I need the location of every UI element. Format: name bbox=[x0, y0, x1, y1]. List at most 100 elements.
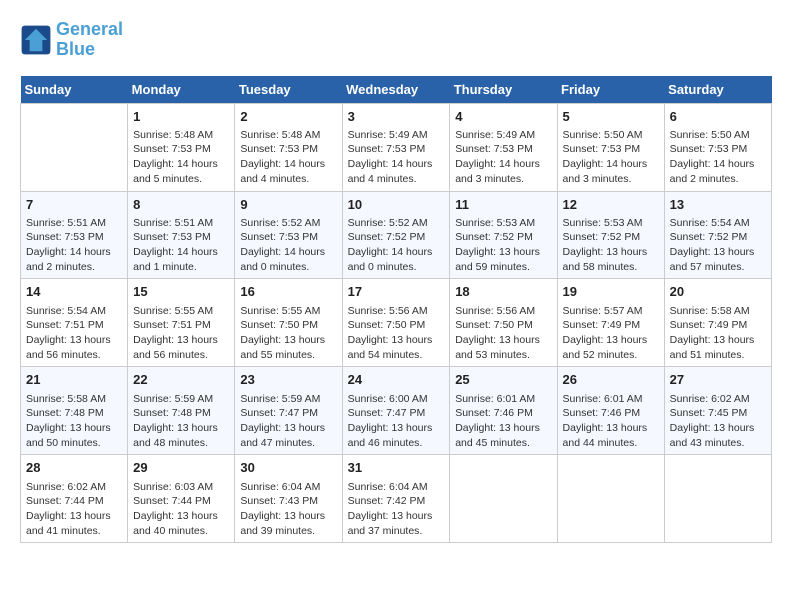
day-number: 15 bbox=[133, 283, 229, 301]
day-number: 18 bbox=[455, 283, 551, 301]
calendar-cell bbox=[21, 103, 128, 191]
calendar-cell: 16 Sunrise: 5:55 AM Sunset: 7:50 PM Dayli… bbox=[235, 279, 342, 367]
day-info: Sunrise: 5:58 AM Sunset: 7:49 PM Dayligh… bbox=[670, 304, 766, 363]
calendar-cell: 24Sunrise: 6:00 AM Sunset: 7:47 PM Dayli… bbox=[342, 367, 450, 455]
day-number: 20 bbox=[670, 283, 766, 301]
day-info: Sunrise: 5:50 AM Sunset: 7:53 PM Dayligh… bbox=[563, 128, 659, 187]
day-number: 19 bbox=[563, 283, 659, 301]
day-number: 14 bbox=[26, 283, 122, 301]
day-info: Sunrise: 5:59 AM Sunset: 7:47 PM Dayligh… bbox=[240, 392, 336, 451]
day-number: 3 bbox=[348, 108, 445, 126]
day-info: Sunrise: 5:49 AM Sunset: 7:53 PM Dayligh… bbox=[348, 128, 445, 187]
day-info: Sunrise: 6:03 AM Sunset: 7:44 PM Dayligh… bbox=[133, 480, 229, 539]
weekday-header: Sunday bbox=[21, 76, 128, 104]
calendar-week-row: 1 Sunrise: 5:48 AM Sunset: 7:53 PM Daylig… bbox=[21, 103, 772, 191]
calendar-cell: 27 Sunrise: 6:02 AM Sunset: 7:45 PM Dayli… bbox=[664, 367, 771, 455]
day-number: 11 bbox=[455, 196, 551, 214]
day-info: Sunrise: 5:56 AM Sunset: 7:50 PM Dayligh… bbox=[455, 304, 551, 363]
calendar-cell: 2 Sunrise: 5:48 AM Sunset: 7:53 PM Daylig… bbox=[235, 103, 342, 191]
calendar-cell: 7 Sunrise: 5:51 AM Sunset: 7:53 PM Daylig… bbox=[21, 191, 128, 279]
logo-text: General Blue bbox=[56, 20, 123, 60]
page-header: General Blue bbox=[20, 20, 772, 60]
logo-icon bbox=[20, 24, 52, 56]
day-info: Sunrise: 5:57 AM Sunset: 7:49 PM Dayligh… bbox=[563, 304, 659, 363]
weekday-header: Tuesday bbox=[235, 76, 342, 104]
day-info: Sunrise: 5:55 AM Sunset: 7:51 PM Dayligh… bbox=[133, 304, 229, 363]
day-number: 26 bbox=[563, 371, 659, 389]
day-info: Sunrise: 5:51 AM Sunset: 7:53 PM Dayligh… bbox=[26, 216, 122, 275]
day-number: 13 bbox=[670, 196, 766, 214]
weekday-header: Wednesday bbox=[342, 76, 450, 104]
day-number: 28 bbox=[26, 459, 122, 477]
calendar-cell: 12 Sunrise: 5:53 AM Sunset: 7:52 PM Dayli… bbox=[557, 191, 664, 279]
calendar-cell: 8 Sunrise: 5:51 AM Sunset: 7:53 PM Daylig… bbox=[128, 191, 235, 279]
day-info: Sunrise: 6:04 AM Sunset: 7:42 PM Dayligh… bbox=[348, 480, 445, 539]
calendar-cell: 31 Sunrise: 6:04 AM Sunset: 7:42 PM Dayli… bbox=[342, 455, 450, 543]
day-number: 1 bbox=[133, 108, 229, 126]
day-number: 10 bbox=[348, 196, 445, 214]
day-info: Sunrise: 5:52 AM Sunset: 7:53 PM Dayligh… bbox=[240, 216, 336, 275]
calendar-cell: 6 Sunrise: 5:50 AM Sunset: 7:53 PM Daylig… bbox=[664, 103, 771, 191]
calendar-header-row: SundayMondayTuesdayWednesdayThursdayFrid… bbox=[21, 76, 772, 104]
day-info: Sunrise: 5:54 AM Sunset: 7:52 PM Dayligh… bbox=[670, 216, 766, 275]
day-info: Sunrise: 5:50 AM Sunset: 7:53 PM Dayligh… bbox=[670, 128, 766, 187]
calendar-cell bbox=[450, 455, 557, 543]
calendar-cell: 1 Sunrise: 5:48 AM Sunset: 7:53 PM Daylig… bbox=[128, 103, 235, 191]
calendar-cell: 26Sunrise: 6:01 AM Sunset: 7:46 PM Dayli… bbox=[557, 367, 664, 455]
calendar-cell bbox=[557, 455, 664, 543]
calendar-cell: 14 Sunrise: 5:54 AM Sunset: 7:51 PM Dayli… bbox=[21, 279, 128, 367]
calendar-cell: 9 Sunrise: 5:52 AM Sunset: 7:53 PM Daylig… bbox=[235, 191, 342, 279]
day-info: Sunrise: 5:56 AM Sunset: 7:50 PM Dayligh… bbox=[348, 304, 445, 363]
day-number: 2 bbox=[240, 108, 336, 126]
day-info: Sunrise: 5:51 AM Sunset: 7:53 PM Dayligh… bbox=[133, 216, 229, 275]
calendar-cell: 4Sunrise: 5:49 AM Sunset: 7:53 PM Daylig… bbox=[450, 103, 557, 191]
day-info: Sunrise: 6:00 AM Sunset: 7:47 PM Dayligh… bbox=[348, 392, 445, 451]
day-number: 7 bbox=[26, 196, 122, 214]
day-info: Sunrise: 5:53 AM Sunset: 7:52 PM Dayligh… bbox=[455, 216, 551, 275]
calendar-cell: 15 Sunrise: 5:55 AM Sunset: 7:51 PM Dayli… bbox=[128, 279, 235, 367]
day-number: 8 bbox=[133, 196, 229, 214]
day-number: 5 bbox=[563, 108, 659, 126]
calendar-cell: 10 Sunrise: 5:52 AM Sunset: 7:52 PM Dayli… bbox=[342, 191, 450, 279]
logo: General Blue bbox=[20, 20, 123, 60]
day-number: 9 bbox=[240, 196, 336, 214]
weekday-header: Thursday bbox=[450, 76, 557, 104]
calendar-cell: 17 Sunrise: 5:56 AM Sunset: 7:50 PM Dayli… bbox=[342, 279, 450, 367]
day-info: Sunrise: 6:02 AM Sunset: 7:45 PM Dayligh… bbox=[670, 392, 766, 451]
day-number: 16 bbox=[240, 283, 336, 301]
calendar-cell: 5 Sunrise: 5:50 AM Sunset: 7:53 PM Daylig… bbox=[557, 103, 664, 191]
day-info: Sunrise: 5:59 AM Sunset: 7:48 PM Dayligh… bbox=[133, 392, 229, 451]
day-info: Sunrise: 5:53 AM Sunset: 7:52 PM Dayligh… bbox=[563, 216, 659, 275]
calendar-week-row: 14 Sunrise: 5:54 AM Sunset: 7:51 PM Dayli… bbox=[21, 279, 772, 367]
calendar-cell: 11 Sunrise: 5:53 AM Sunset: 7:52 PM Dayli… bbox=[450, 191, 557, 279]
day-info: Sunrise: 5:48 AM Sunset: 7:53 PM Dayligh… bbox=[133, 128, 229, 187]
calendar-cell: 28Sunrise: 6:02 AM Sunset: 7:44 PM Dayli… bbox=[21, 455, 128, 543]
day-info: Sunrise: 5:55 AM Sunset: 7:50 PM Dayligh… bbox=[240, 304, 336, 363]
calendar-week-row: 21 Sunrise: 5:58 AM Sunset: 7:48 PM Dayli… bbox=[21, 367, 772, 455]
day-number: 23 bbox=[240, 371, 336, 389]
calendar-week-row: 28Sunrise: 6:02 AM Sunset: 7:44 PM Dayli… bbox=[21, 455, 772, 543]
day-number: 12 bbox=[563, 196, 659, 214]
day-info: Sunrise: 6:04 AM Sunset: 7:43 PM Dayligh… bbox=[240, 480, 336, 539]
calendar-cell: 25Sunrise: 6:01 AM Sunset: 7:46 PM Dayli… bbox=[450, 367, 557, 455]
day-number: 17 bbox=[348, 283, 445, 301]
day-number: 31 bbox=[348, 459, 445, 477]
day-number: 27 bbox=[670, 371, 766, 389]
day-number: 25 bbox=[455, 371, 551, 389]
calendar-cell: 20 Sunrise: 5:58 AM Sunset: 7:49 PM Dayli… bbox=[664, 279, 771, 367]
day-info: Sunrise: 5:58 AM Sunset: 7:48 PM Dayligh… bbox=[26, 392, 122, 451]
weekday-header: Monday bbox=[128, 76, 235, 104]
day-info: Sunrise: 5:54 AM Sunset: 7:51 PM Dayligh… bbox=[26, 304, 122, 363]
day-number: 21 bbox=[26, 371, 122, 389]
calendar-week-row: 7 Sunrise: 5:51 AM Sunset: 7:53 PM Daylig… bbox=[21, 191, 772, 279]
day-info: Sunrise: 5:52 AM Sunset: 7:52 PM Dayligh… bbox=[348, 216, 445, 275]
day-info: Sunrise: 5:48 AM Sunset: 7:53 PM Dayligh… bbox=[240, 128, 336, 187]
day-number: 6 bbox=[670, 108, 766, 126]
calendar-cell: 29Sunrise: 6:03 AM Sunset: 7:44 PM Dayli… bbox=[128, 455, 235, 543]
calendar-cell bbox=[664, 455, 771, 543]
calendar-cell: 30 Sunrise: 6:04 AM Sunset: 7:43 PM Dayli… bbox=[235, 455, 342, 543]
day-number: 30 bbox=[240, 459, 336, 477]
calendar-cell: 21 Sunrise: 5:58 AM Sunset: 7:48 PM Dayli… bbox=[21, 367, 128, 455]
day-number: 4 bbox=[455, 108, 551, 126]
calendar-table: SundayMondayTuesdayWednesdayThursdayFrid… bbox=[20, 76, 772, 544]
